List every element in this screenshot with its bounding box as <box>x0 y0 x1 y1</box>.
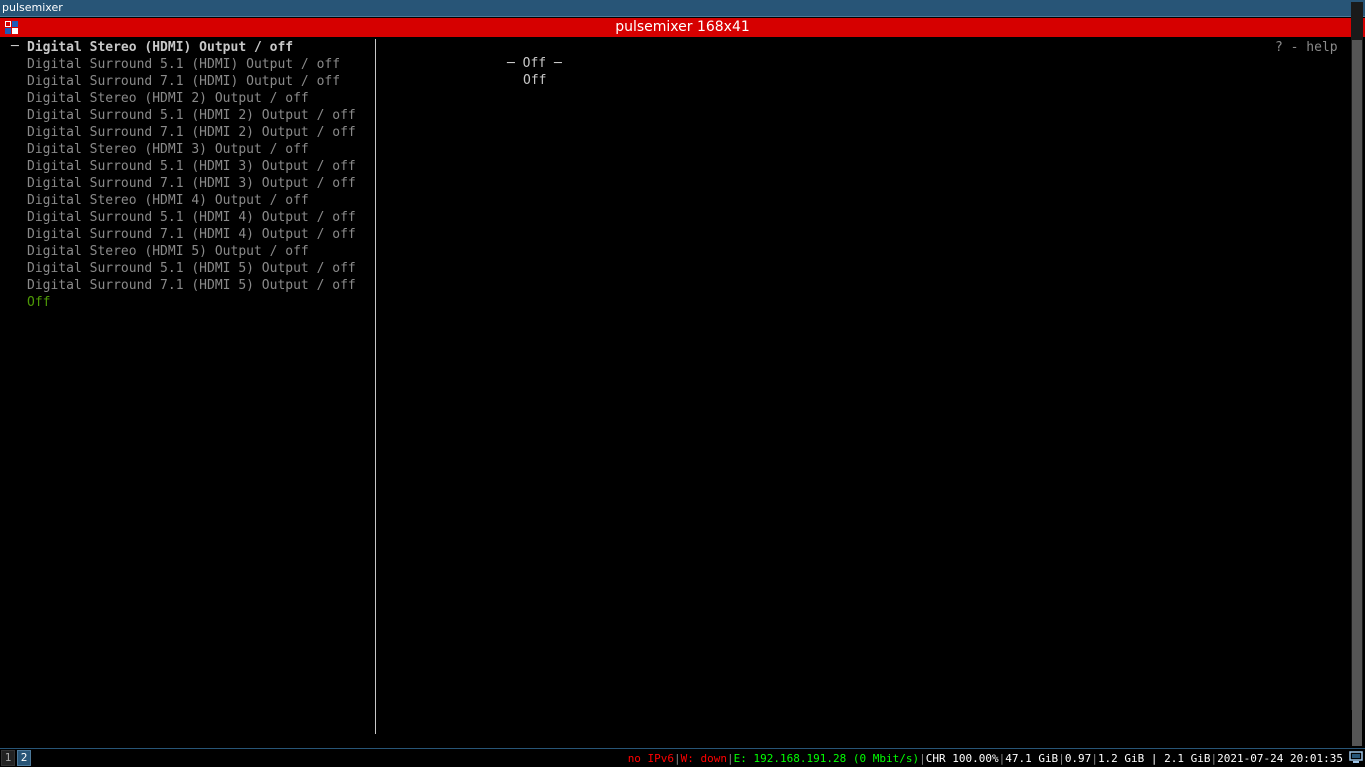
profile-item[interactable]: Digital Surround 7.1 (HDMI 4) Output / o… <box>27 226 356 243</box>
datetime-status: 2021-07-24 20:01:35 <box>1217 752 1343 765</box>
battery-status: CHR 100.00% <box>925 752 999 765</box>
status-separator: | <box>727 752 734 765</box>
profile-value: Off <box>523 73 547 88</box>
ipv6-status: no IPv6 <box>627 752 675 765</box>
status-separator: | <box>919 752 926 765</box>
scrollbar-thumb[interactable] <box>1352 40 1362 746</box>
workspace-2-button[interactable]: 2 <box>17 750 31 766</box>
profile-item[interactable]: Digital Surround 5.1 (HDMI 5) Output / o… <box>27 260 356 277</box>
profile-item[interactable]: Digital Surround 7.1 (HDMI) Output / off <box>27 73 340 90</box>
disk-status: 47.1 GiB <box>1005 752 1059 765</box>
profile-item[interactable]: Digital Stereo (HDMI) Output / off <box>27 39 293 56</box>
window-title: pulsemixer 168x41 <box>615 19 750 35</box>
wifi-status: W: down <box>680 752 728 765</box>
profile-item[interactable]: Digital Surround 5.1 (HDMI 4) Output / o… <box>27 209 356 226</box>
profile-item[interactable]: Digital Stereo (HDMI 3) Output / off <box>27 141 309 158</box>
profile-item[interactable]: Digital Stereo (HDMI 5) Output / off <box>27 243 309 260</box>
help-hint: ? - help <box>1275 40 1338 55</box>
load-status: 0.97 <box>1064 752 1092 765</box>
status-separator: | <box>674 752 681 765</box>
profile-item[interactable]: Digital Surround 5.1 (HDMI 2) Output / o… <box>27 107 356 124</box>
selection-marker: ─ <box>11 39 19 54</box>
profile-item[interactable]: Digital Stereo (HDMI 4) Output / off <box>27 192 309 209</box>
profile-item[interactable]: Off <box>27 294 50 311</box>
profile-item[interactable]: Digital Surround 5.1 (HDMI 3) Output / o… <box>27 158 356 175</box>
workspace-1-button[interactable]: 1 <box>1 750 15 766</box>
tray-network-icon[interactable] <box>1349 751 1363 764</box>
status-separator: | <box>1058 752 1065 765</box>
i3-window-title: pulsemixer <box>0 0 1365 17</box>
ethernet-status: E: 192.168.191.28 (0 Mbit/s) <box>733 752 920 765</box>
pulsemixer-terminal[interactable]: ─ Digital Stereo (HDMI) Output / off Digi… <box>0 37 1365 748</box>
panel-divider <box>375 39 376 734</box>
profile-item[interactable]: Digital Surround 7.1 (HDMI 3) Output / o… <box>27 175 356 192</box>
profile-item[interactable]: Digital Stereo (HDMI 2) Output / off <box>27 90 309 107</box>
status-separator: | <box>1091 752 1098 765</box>
profile-item[interactable]: Digital Surround 7.1 (HDMI 2) Output / o… <box>27 124 356 141</box>
i3-status-bar: 1 2 no IPv6|W: down|E: 192.168.191.28 (0… <box>0 748 1365 767</box>
status-blocks: no IPv6|W: down|E: 192.168.191.28 (0 Mbi… <box>628 750 1343 767</box>
profile-header: ─ Off ─ <box>507 56 562 71</box>
app-icon <box>5 21 18 34</box>
profile-item[interactable]: Digital Surround 5.1 (HDMI) Output / off <box>27 56 340 73</box>
profile-item[interactable]: Digital Surround 7.1 (HDMI 5) Output / o… <box>27 277 356 294</box>
window-titlebar[interactable]: pulsemixer 168x41 <box>0 18 1365 37</box>
memory-status: 1.2 GiB | 2.1 GiB <box>1097 752 1211 765</box>
